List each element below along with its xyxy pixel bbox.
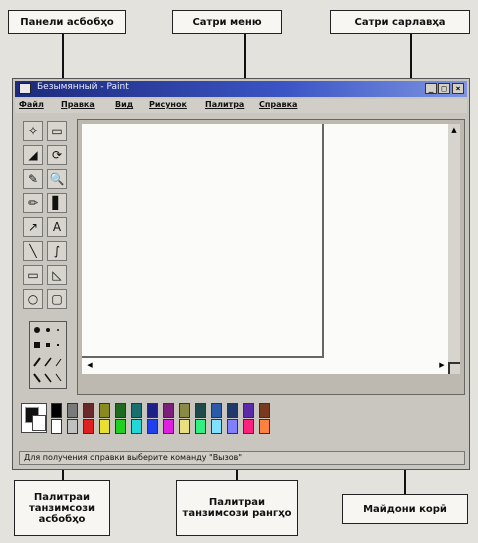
menu-bar: Файл Правка Вид Рисунок Палитра Справка [15, 99, 467, 113]
scroll-up-arrow-icon[interactable]: ▲ [450, 126, 458, 134]
curve-icon[interactable]: ∫ [47, 241, 67, 261]
color-swatch[interactable] [259, 403, 270, 418]
color-swatch[interactable] [83, 403, 94, 418]
line-icon[interactable]: ╲ [23, 241, 43, 261]
color-swatch[interactable] [83, 419, 94, 434]
rect-select-icon[interactable]: ▭ [47, 121, 67, 141]
color-swatch[interactable] [179, 419, 190, 434]
callout-title-bar-text: Сатри сарлавҳа [354, 16, 446, 28]
paint-window: Безымянный - Paint _ □ × Файл Правка Вид… [12, 78, 470, 470]
callout-color-palette-text: Палитраи танзимсози рангҳо [182, 497, 292, 519]
callout-work-area-text: Майдони корӣ [363, 503, 447, 515]
window-title: Безымянный - Paint [37, 82, 129, 92]
callout-menu-bar: Сатри меню [172, 10, 282, 34]
color-swatch[interactable] [99, 403, 110, 418]
brush-shapes-icon [33, 327, 62, 383]
rectangle-icon[interactable]: ▭ [23, 265, 43, 285]
color-swatch[interactable] [227, 419, 238, 434]
menu-help[interactable]: Справка [259, 100, 297, 109]
color-swatch[interactable] [67, 419, 78, 434]
color-swatch[interactable] [147, 419, 158, 434]
color-swatch[interactable] [195, 403, 206, 418]
close-button[interactable]: × [452, 83, 464, 94]
callout-color-palette: Палитраи танзимсози рангҳо [176, 480, 298, 536]
color-swatch[interactable] [259, 419, 270, 434]
tool-options-palette[interactable] [29, 321, 67, 389]
color-swatch[interactable] [115, 419, 126, 434]
free-select-icon[interactable]: ✧ [23, 121, 43, 141]
color-swatch[interactable] [211, 403, 222, 418]
work-area[interactable]: ▲ ◀ ▶ [77, 119, 465, 395]
pencil-icon[interactable]: ✏ [23, 193, 43, 213]
color-swatch[interactable] [115, 403, 126, 418]
ellipse-icon[interactable]: ○ [23, 289, 43, 309]
callout-toolbox-panel-text: Панели асбобҳо [20, 16, 114, 28]
color-swatch[interactable] [243, 403, 254, 418]
callout-toolbox-panel: Панели асбобҳо [8, 10, 126, 34]
eraser-icon[interactable]: ◢ [23, 145, 43, 165]
vertical-scrollbar[interactable]: ▲ [448, 124, 460, 374]
color-swatch[interactable] [179, 403, 190, 418]
color-swatch[interactable] [163, 419, 174, 434]
color-swatch[interactable] [99, 419, 110, 434]
polygon-icon[interactable]: ◺ [47, 265, 67, 285]
menu-edit[interactable]: Правка [61, 100, 95, 109]
color-swatch[interactable] [131, 419, 142, 434]
callout-tool-palette: Палитраи танзимсози асбобҳо [14, 480, 110, 536]
callout-tool-palette-text: Палитраи танзимсози асбобҳо [28, 491, 96, 525]
menu-view[interactable]: Вид [115, 100, 133, 109]
color-palette [21, 401, 461, 435]
maximize-button[interactable]: □ [438, 83, 450, 94]
menu-file[interactable]: Файл [19, 100, 44, 109]
callout-title-bar: Сатри сарлавҳа [330, 10, 470, 34]
color-swatch[interactable] [147, 403, 158, 418]
text-icon[interactable]: A [47, 217, 67, 237]
drawing-canvas[interactable] [82, 124, 324, 358]
color-swatch[interactable] [67, 403, 78, 418]
color-swatch[interactable] [195, 419, 206, 434]
callout-work-area: Майдони корӣ [342, 494, 468, 524]
scroll-right-arrow-icon[interactable]: ▶ [438, 360, 446, 370]
color-swatch[interactable] [131, 403, 142, 418]
menu-palette[interactable]: Палитра [205, 100, 244, 109]
color-picker-icon[interactable]: ✎ [23, 169, 43, 189]
color-swatch[interactable] [227, 403, 238, 418]
color-swatch[interactable] [211, 419, 222, 434]
magnifier-icon[interactable]: 🔍 [47, 169, 67, 189]
airbrush-icon[interactable]: ↗ [23, 217, 43, 237]
resize-corner-icon[interactable] [448, 362, 460, 374]
fill-icon[interactable]: ⟳ [47, 145, 67, 165]
color-swatch[interactable] [51, 419, 62, 434]
menu-image[interactable]: Рисунок [149, 100, 187, 109]
color-swatch[interactable] [243, 419, 254, 434]
color-swatch[interactable] [51, 403, 62, 418]
callout-menu-bar-text: Сатри меню [192, 16, 262, 28]
paint-app-icon[interactable] [19, 83, 31, 94]
brush-icon[interactable]: ▋ [47, 193, 67, 213]
rounded-rect-icon[interactable]: ▢ [47, 289, 67, 309]
color-swatch[interactable] [163, 403, 174, 418]
minimize-button[interactable]: _ [425, 83, 437, 94]
scroll-left-arrow-icon[interactable]: ◀ [86, 360, 94, 370]
current-colors-icon[interactable] [21, 403, 47, 433]
status-bar: Для получения справки выберите команду "… [19, 451, 465, 465]
title-bar[interactable]: Безымянный - Paint _ □ × [15, 81, 467, 97]
